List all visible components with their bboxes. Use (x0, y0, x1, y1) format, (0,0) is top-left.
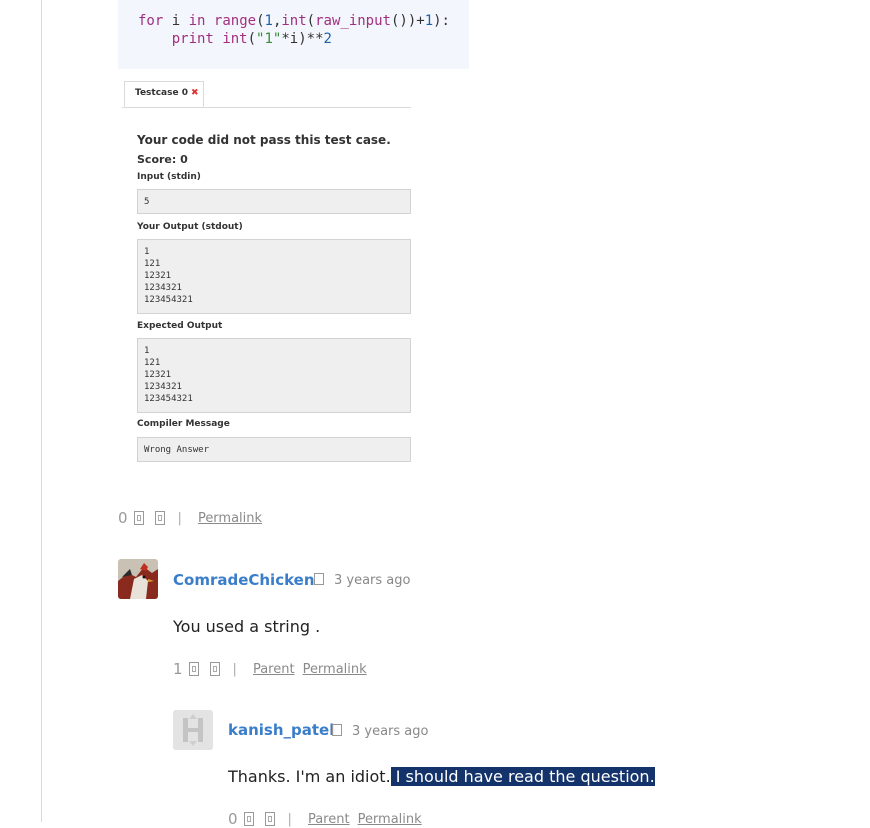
permalink-link[interactable]: Permalink (198, 511, 262, 526)
comment-timestamp[interactable]: 3 years ago (334, 573, 410, 588)
comment-vote-bar: 1 | Parent Permalink (173, 660, 375, 678)
separator: | (232, 661, 237, 677)
input-box: 5 (137, 189, 411, 214)
expected-label: Expected Output (137, 321, 223, 331)
comment-author[interactable]: ComradeChicken (173, 571, 315, 589)
vote-count: 0 (228, 810, 238, 828)
permalink-link[interactable]: Permalink (303, 662, 367, 677)
testcase-result-panel: Testcase 0 ✖ Your code did not pass this … (122, 81, 411, 481)
upvote-icon[interactable] (243, 812, 254, 826)
upvote-icon[interactable] (133, 511, 144, 525)
testcase-tabbar: Testcase 0 ✖ (122, 81, 411, 108)
upvote-icon[interactable] (188, 662, 199, 676)
downvote-icon[interactable] (209, 662, 220, 676)
code-token: for (138, 13, 164, 29)
code-token: 1 (264, 13, 273, 29)
avatar[interactable] (173, 710, 213, 750)
code-token: 2 (323, 31, 332, 47)
output-label: Your Output (stdout) (137, 222, 243, 232)
default-avatar-icon (173, 710, 213, 750)
code-token: "1" (256, 31, 282, 47)
testcase-score: Score: 0 (137, 153, 188, 166)
comment-vote-bar: 0 | Parent Permalink (228, 810, 430, 828)
close-icon: ✖ (190, 88, 199, 98)
downvote-icon[interactable] (154, 511, 165, 525)
parent-link[interactable]: Parent (253, 662, 295, 677)
tab-label: Testcase 0 (135, 88, 188, 98)
input-label: Input (stdin) (137, 172, 201, 182)
code-token: raw_input (315, 13, 391, 29)
code-token: i (289, 31, 299, 47)
downvote-icon[interactable] (264, 812, 275, 826)
compiler-label: Compiler Message (137, 419, 230, 429)
post-vote-bar: 0 | Permalink (118, 509, 270, 527)
code-token: range (213, 13, 257, 29)
code-block: for i in range(1,int(raw_input())+1): pr… (118, 0, 469, 69)
parent-link[interactable]: Parent (308, 812, 350, 827)
comment-timestamp[interactable]: 3 years ago (352, 724, 428, 739)
compiler-box: Wrong Answer (137, 437, 411, 462)
separator: | (287, 811, 292, 827)
comment-body: You used a string . (173, 617, 321, 636)
comment-text: Thanks. I'm an idiot. (228, 767, 391, 786)
selected-text: I should have read the question. (390, 767, 655, 786)
permalink-link[interactable]: Permalink (358, 812, 422, 827)
code-token: print (171, 31, 214, 47)
testcase-title: Your code did not pass this test case. (137, 133, 391, 147)
left-border (41, 0, 42, 822)
flag-icon[interactable] (314, 573, 324, 585)
vote-count: 0 (118, 509, 128, 527)
comment-body: Thanks. I'm an idiot. I should have read… (228, 767, 655, 786)
code-token: i (171, 13, 181, 29)
separator: | (177, 510, 182, 526)
comment-author[interactable]: kanish_patel (228, 721, 334, 739)
code-token: int (281, 13, 307, 29)
vote-count: 1 (173, 660, 183, 678)
tab-testcase-0: Testcase 0 ✖ (124, 81, 204, 107)
code-token: 1 (424, 13, 434, 29)
expected-box: 1 121 12321 1234321 123454321 (137, 338, 411, 413)
flag-icon[interactable] (332, 724, 342, 736)
avatar[interactable] (118, 559, 158, 599)
output-box: 1 121 12321 1234321 123454321 (137, 239, 411, 314)
chicken-avatar-image (118, 559, 158, 599)
code-token: int (222, 31, 248, 47)
code-token: in (188, 13, 206, 29)
